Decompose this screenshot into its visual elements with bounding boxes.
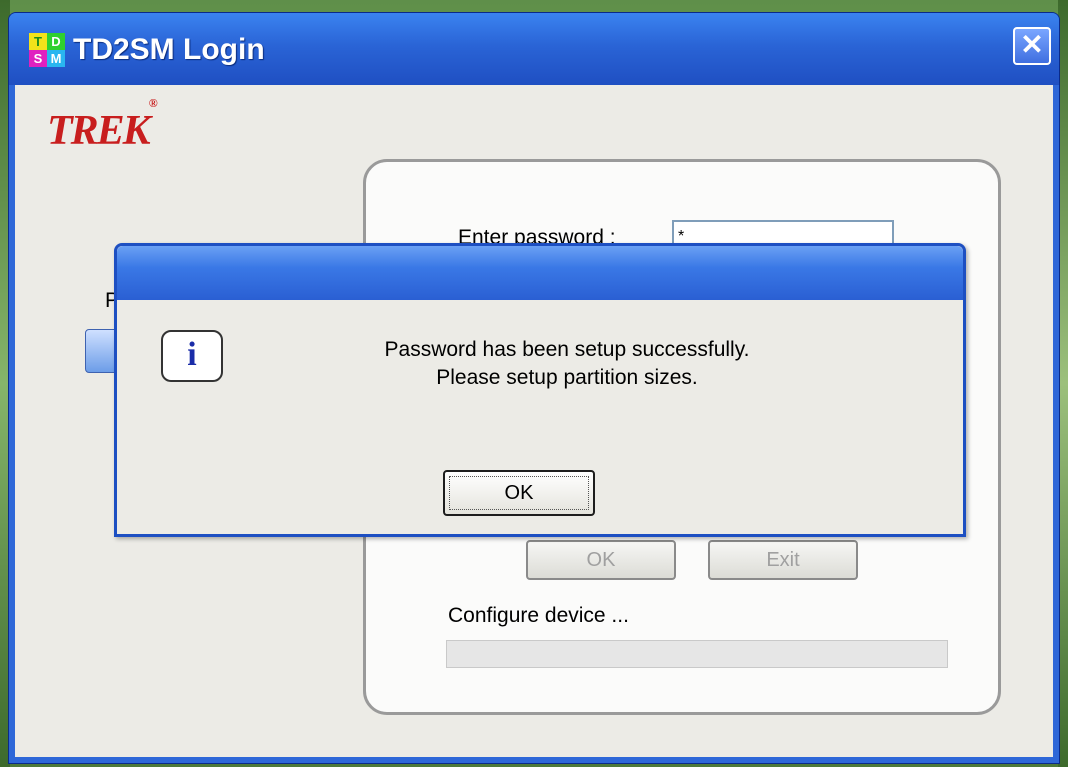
dialog-message-line1: Password has been setup successfully.	[384, 338, 750, 361]
progress-bar	[446, 640, 948, 668]
window-title: TD2SM Login	[73, 33, 265, 66]
exit-button[interactable]: Exit	[708, 540, 858, 580]
window-titlebar[interactable]: T D S M TD2SM Login ✕	[9, 13, 1059, 85]
app-icon-letter: T	[29, 33, 47, 50]
app-icon-letter: S	[29, 50, 47, 67]
status-label: Configure device ...	[448, 604, 629, 627]
app-icon: T D S M	[29, 33, 65, 67]
dialog-ok-button[interactable]: OK	[443, 470, 595, 516]
app-icon-letter: M	[47, 50, 65, 67]
ok-button-disabled[interactable]: OK	[526, 540, 676, 580]
dialog-message-line2: Please setup partition sizes.	[436, 366, 698, 389]
close-icon: ✕	[1020, 29, 1044, 60]
trek-logo: TREK®	[47, 96, 158, 154]
dialog-ok-label: OK	[504, 482, 534, 504]
close-button[interactable]: ✕	[1013, 27, 1051, 65]
app-icon-letter: D	[47, 33, 65, 50]
info-dialog: i Password has been setup successfully. …	[114, 243, 966, 537]
info-icon: i	[161, 330, 223, 382]
dialog-titlebar[interactable]	[117, 246, 963, 300]
